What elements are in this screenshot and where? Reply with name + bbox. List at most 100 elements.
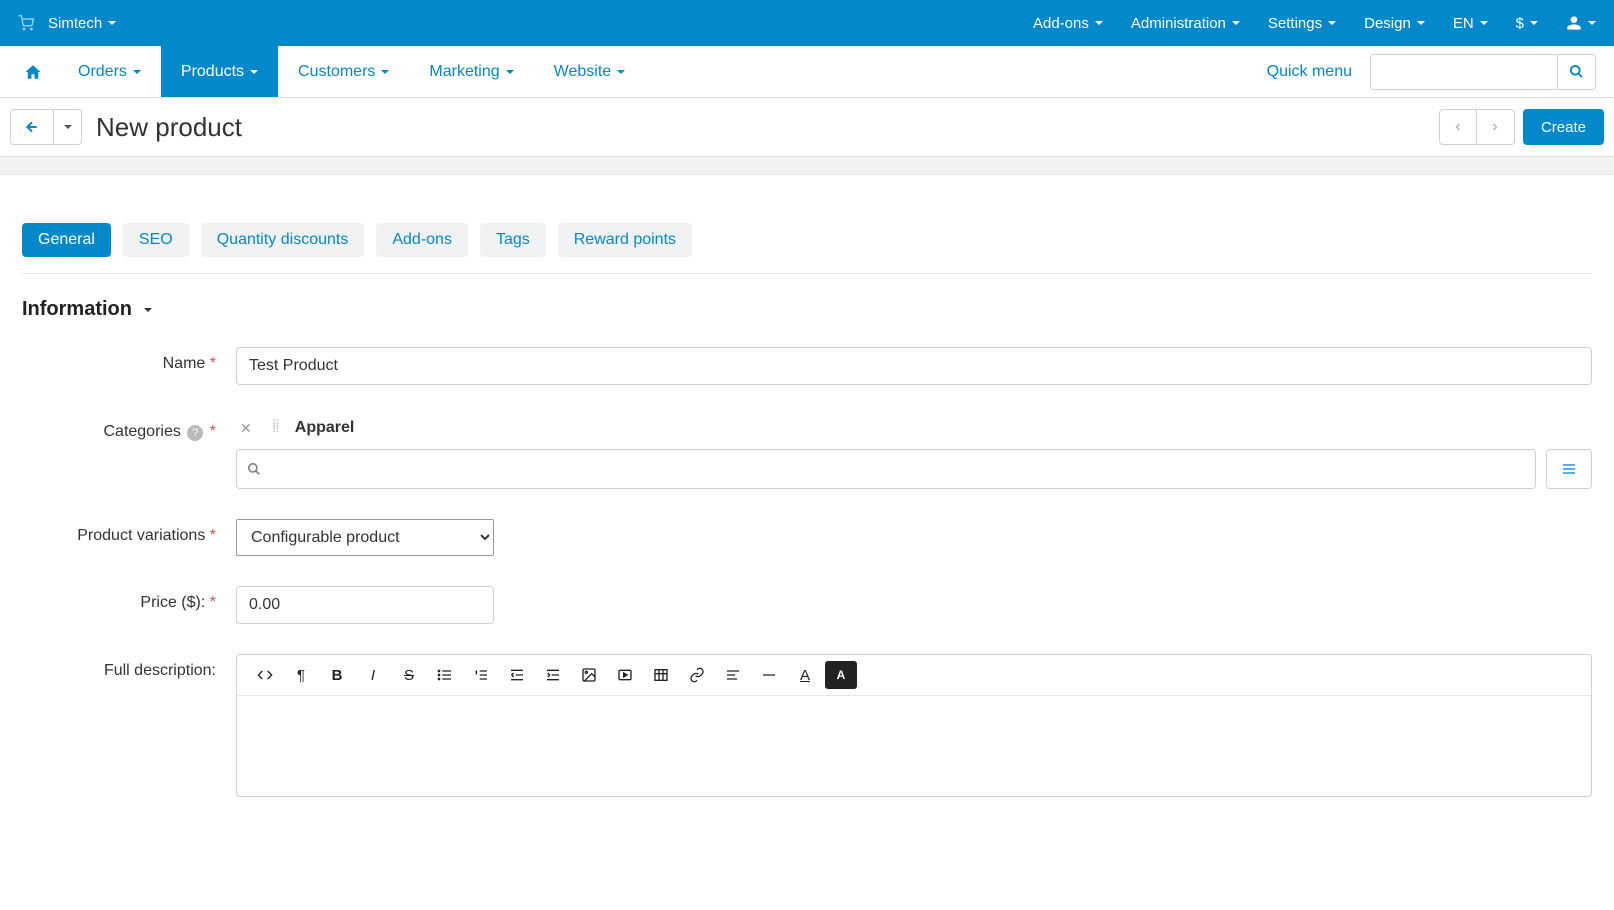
search-box xyxy=(1370,54,1596,90)
nav-design[interactable]: Design xyxy=(1364,15,1425,32)
nav-currency[interactable]: $ xyxy=(1516,15,1538,32)
editor-indent-icon[interactable] xyxy=(537,661,569,689)
mainnav-right: Quick menu xyxy=(1267,46,1606,97)
arrow-left-icon xyxy=(24,119,40,135)
tab-general[interactable]: General xyxy=(22,223,111,257)
section-information[interactable]: Information xyxy=(22,298,1592,321)
editor-toolbar: ¶ B I S A A xyxy=(237,655,1591,696)
topbar-left: Simtech xyxy=(18,15,116,32)
row-price: Price ($): * xyxy=(22,586,1592,624)
nav-addons[interactable]: Add-ons xyxy=(1033,15,1103,32)
content: General SEO Quantity discounts Add-ons T… xyxy=(0,175,1614,837)
nav-language-label: EN xyxy=(1453,15,1474,32)
nav-orders[interactable]: Orders xyxy=(58,46,161,97)
caret-icon xyxy=(1328,21,1336,25)
field-price xyxy=(236,586,1592,624)
tab-tags[interactable]: Tags xyxy=(480,223,546,257)
editor-italic-icon[interactable]: I xyxy=(357,661,389,689)
nav-customers[interactable]: Customers xyxy=(278,46,409,97)
nav-home[interactable] xyxy=(8,46,58,97)
tab-seo[interactable]: SEO xyxy=(123,223,189,257)
nav-marketing[interactable]: Marketing xyxy=(409,46,533,97)
nav-marketing-label: Marketing xyxy=(429,63,499,81)
nav-website[interactable]: Website xyxy=(534,46,646,97)
input-name[interactable] xyxy=(236,347,1592,385)
remove-category-icon[interactable]: ✕ xyxy=(236,420,256,437)
page-header: New product Create xyxy=(0,98,1614,157)
label-price-text: Price ($): xyxy=(140,594,205,611)
search-button[interactable] xyxy=(1557,55,1595,89)
category-picker-button[interactable] xyxy=(1546,449,1592,489)
field-variations: Configurable product xyxy=(236,519,1592,556)
create-button[interactable]: Create xyxy=(1523,109,1604,145)
category-search-input[interactable] xyxy=(261,453,1525,486)
editor-image-icon[interactable] xyxy=(573,661,605,689)
required-marker: * xyxy=(210,355,216,372)
home-icon xyxy=(24,63,42,81)
row-name: Name * xyxy=(22,347,1592,385)
required-marker: * xyxy=(210,527,216,544)
brand-label: Simtech xyxy=(48,15,102,32)
category-name: Apparel xyxy=(295,419,355,437)
mainnav: Orders Products Customers Marketing Webs… xyxy=(0,46,1614,98)
editor-bold-icon[interactable]: B xyxy=(321,661,353,689)
editor-body[interactable] xyxy=(237,696,1591,796)
editor-ul-icon[interactable] xyxy=(429,661,461,689)
back-dropdown[interactable] xyxy=(54,109,82,145)
back-button[interactable] xyxy=(10,109,54,145)
rich-text-editor: ¶ B I S A A xyxy=(236,654,1592,797)
caret-icon xyxy=(381,70,389,74)
pager-prev[interactable] xyxy=(1439,109,1477,145)
field-description: ¶ B I S A A xyxy=(236,654,1592,797)
editor-code-icon[interactable] xyxy=(249,661,281,689)
brand-dropdown[interactable]: Simtech xyxy=(48,15,116,32)
editor-outdent-icon[interactable] xyxy=(501,661,533,689)
required-marker: * xyxy=(210,423,216,440)
tab-reward-points[interactable]: Reward points xyxy=(558,223,692,257)
editor-link-icon[interactable] xyxy=(681,661,713,689)
editor-textcolor-icon[interactable]: A xyxy=(789,661,821,689)
editor-bgcolor-icon[interactable]: A xyxy=(825,661,857,689)
drag-handle-icon[interactable]: ⠿⠿ xyxy=(272,423,279,433)
field-categories: ✕ ⠿⠿ Apparel xyxy=(236,415,1592,489)
editor-video-icon[interactable] xyxy=(609,661,641,689)
nav-administration[interactable]: Administration xyxy=(1131,15,1240,32)
nav-design-label: Design xyxy=(1364,15,1411,32)
caret-icon xyxy=(1530,21,1538,25)
editor-paragraph-icon[interactable]: ¶ xyxy=(285,661,317,689)
editor-ol-icon[interactable] xyxy=(465,661,497,689)
caret-icon xyxy=(108,21,116,25)
nav-user[interactable] xyxy=(1566,15,1596,31)
nav-settings[interactable]: Settings xyxy=(1268,15,1336,32)
nav-language[interactable]: EN xyxy=(1453,15,1488,32)
nav-orders-label: Orders xyxy=(78,63,127,81)
help-icon[interactable]: ? xyxy=(187,425,203,441)
pager-next[interactable] xyxy=(1477,109,1515,145)
nav-products[interactable]: Products xyxy=(161,46,278,97)
search-icon xyxy=(1569,64,1584,79)
label-variations-text: Product variations xyxy=(77,527,205,544)
row-variations: Product variations * Configurable produc… xyxy=(22,519,1592,556)
input-price[interactable] xyxy=(236,586,494,624)
editor-table-icon[interactable] xyxy=(645,661,677,689)
menu-icon xyxy=(1561,461,1577,477)
label-categories-text: Categories xyxy=(103,423,180,440)
caret-icon xyxy=(64,125,72,129)
nav-currency-label: $ xyxy=(1516,15,1524,32)
editor-strike-icon[interactable]: S xyxy=(393,661,425,689)
row-categories: Categories ? * ✕ ⠿⠿ Apparel xyxy=(22,415,1592,489)
tab-addons[interactable]: Add-ons xyxy=(376,223,468,257)
editor-align-icon[interactable] xyxy=(717,661,749,689)
tab-quantity-discounts[interactable]: Quantity discounts xyxy=(201,223,365,257)
chevron-right-icon xyxy=(1489,121,1501,133)
page-title: New product xyxy=(96,112,242,143)
quick-menu[interactable]: Quick menu xyxy=(1267,63,1352,81)
category-search-row xyxy=(236,449,1592,489)
label-name: Name * xyxy=(22,347,236,373)
editor-hr-icon[interactable] xyxy=(753,661,785,689)
label-categories: Categories ? * xyxy=(22,415,236,441)
caret-icon xyxy=(1588,21,1596,25)
search-input[interactable] xyxy=(1371,55,1557,89)
caret-icon xyxy=(250,70,258,74)
select-variations[interactable]: Configurable product xyxy=(236,519,494,556)
